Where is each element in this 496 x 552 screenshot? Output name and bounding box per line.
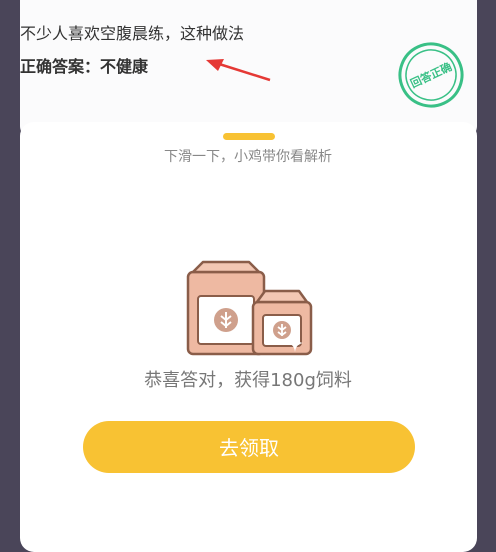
drag-handle[interactable] (223, 133, 275, 140)
swipe-hint: 下滑一下，小鸡带你看解析 (164, 149, 332, 165)
correct-stamp-icon: 回答正确 (398, 42, 464, 108)
reward-text: 恭喜答对，获得180g饲料 (144, 370, 352, 391)
feed-bags-icon (186, 260, 313, 356)
question-text: 不少人喜欢空腹晨练，这种做法 (20, 24, 245, 43)
claim-button[interactable]: 去领取 (83, 421, 415, 473)
stamp-text: 回答正确 (408, 59, 454, 90)
red-arrow-icon (206, 59, 271, 82)
correct-answer-text: 正确答案：不健康 (20, 57, 149, 76)
